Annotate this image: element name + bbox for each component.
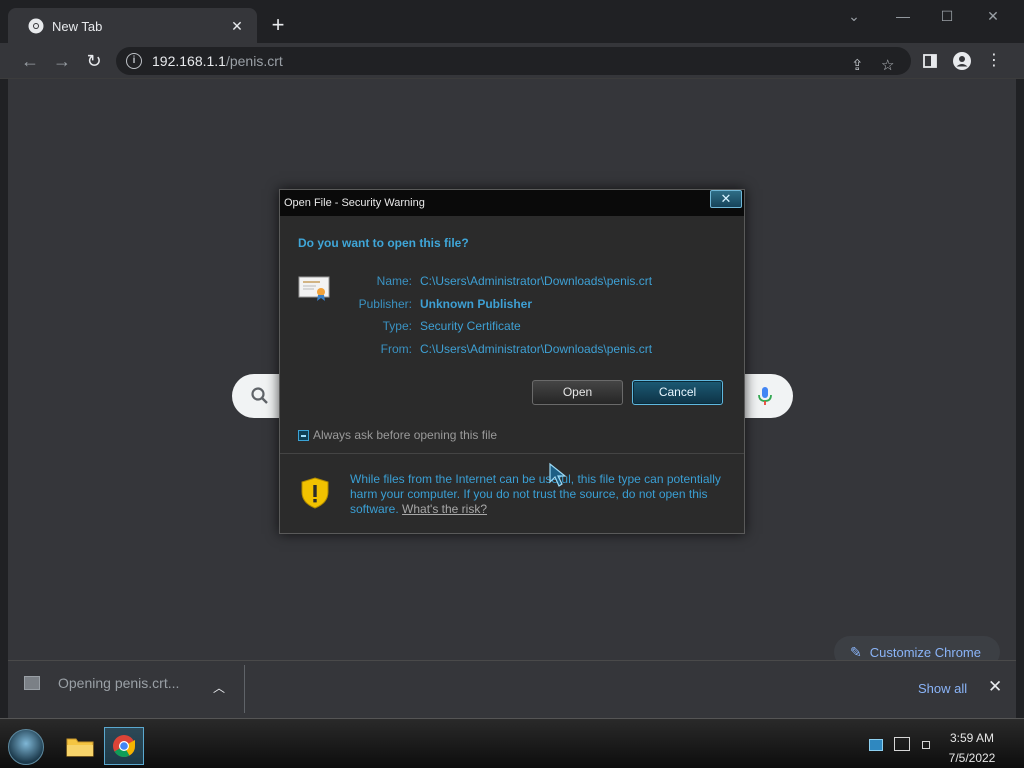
tab-close-icon[interactable]: ✕ — [227, 18, 247, 35]
chrome-favicon-icon — [28, 18, 44, 34]
dialog-question: Do you want to open this file? — [298, 236, 469, 250]
chrome-taskbar-icon[interactable] — [104, 727, 144, 765]
field-name-key: Name: — [376, 274, 412, 288]
download-divider — [244, 665, 245, 713]
field-publisher-key: Publisher: — [358, 297, 412, 311]
download-item[interactable]: Opening penis.crt... — [24, 675, 179, 691]
field-type: Type: Security Certificate — [340, 319, 521, 333]
warning-message: While files from the Internet can be use… — [350, 472, 730, 517]
site-info-icon[interactable]: i — [126, 53, 142, 69]
taskbar: 3:59 AM 7/5/2022 — [0, 718, 1024, 768]
field-from-value: C:\Users\Administrator\Downloads\penis.c… — [420, 342, 653, 356]
chevron-up-icon[interactable]: ︿ — [213, 679, 225, 696]
bookmark-star-icon[interactable]: ☆ — [881, 56, 894, 74]
tab-strip: New Tab ✕ + ⌄ — ☐ ✕ — [0, 0, 1024, 44]
pencil-icon: ✎ — [850, 643, 862, 660]
desktop-screen: New Tab ✕ + ⌄ — ☐ ✕ ← → ↻ i 192.168.1.1 … — [0, 0, 1024, 768]
clock-time: 3:59 AM — [949, 731, 995, 745]
minimize-icon[interactable]: — — [880, 4, 926, 28]
certificate-file-icon — [24, 676, 40, 690]
tab-title: New Tab — [52, 18, 103, 34]
security-warning-dialog: Open File - Security Warning ✕ Do you wa… — [279, 189, 745, 534]
back-arrow-icon[interactable]: ← — [16, 47, 44, 75]
download-shelf: Opening penis.crt... ︿ Show all ✕ — [8, 660, 1016, 718]
field-from-key: From: — [380, 342, 412, 356]
field-from: From: C:\Users\Administrator\Downloads\pe… — [340, 342, 652, 356]
share-icon[interactable]: ⇪ — [851, 56, 864, 74]
always-ask-label[interactable]: Always ask before opening this file — [313, 428, 497, 442]
maximize-icon[interactable]: ☐ — [924, 4, 970, 28]
customize-label: Customize Chrome — [869, 644, 981, 660]
url-host: 192.168.1.1 — [152, 53, 226, 69]
clock-date: 7/5/2022 — [948, 751, 996, 765]
action-center-icon[interactable] — [922, 741, 930, 749]
whats-the-risk-link[interactable]: What's the risk? — [402, 502, 487, 516]
profile-avatar-icon[interactable] — [948, 47, 976, 75]
open-button[interactable]: Open — [532, 380, 623, 405]
tray-app-icon[interactable] — [869, 739, 883, 751]
field-publisher-value[interactable]: Unknown Publisher — [420, 297, 532, 311]
mouse-cursor-icon — [549, 462, 567, 487]
download-status-label: Opening penis.crt... — [58, 675, 180, 691]
address-bar[interactable]: i 192.168.1.1 /penis.crt ⇪ ☆ — [116, 47, 911, 75]
dialog-divider — [280, 453, 744, 454]
field-name-value: C:\Users\Administrator\Downloads\penis.c… — [420, 274, 653, 288]
network-icon[interactable] — [894, 737, 910, 751]
clock[interactable]: 3:59 AM 7/5/2022 — [940, 728, 1004, 768]
voice-search-mic-icon[interactable] — [755, 385, 775, 407]
dialog-close-button[interactable]: ✕ — [710, 190, 742, 208]
reload-icon[interactable]: ↻ — [80, 47, 108, 75]
field-type-value: Security Certificate — [420, 319, 521, 333]
warning-shield-icon — [301, 477, 329, 509]
dialog-title: Open File - Security Warning — [280, 190, 744, 216]
search-icon — [251, 387, 268, 404]
side-panel-icon[interactable] — [916, 47, 944, 75]
start-orb-icon[interactable] — [8, 729, 44, 765]
file-explorer-icon[interactable] — [60, 727, 100, 765]
field-type-key: Type: — [382, 319, 412, 333]
cancel-button[interactable]: Cancel — [632, 380, 723, 405]
url-path: /penis.crt — [225, 53, 283, 69]
field-name: Name: C:\Users\Administrator\Downloads\pe… — [340, 274, 652, 288]
browser-toolbar: ← → ↻ i 192.168.1.1 /penis.crt ⇪ ☆ ⋮ — [0, 43, 1024, 79]
certificate-icon — [298, 276, 330, 301]
tab-new-tab[interactable]: New Tab ✕ — [8, 8, 257, 44]
field-publisher: Publisher: Unknown Publisher — [340, 297, 532, 311]
forward-arrow-icon[interactable]: → — [48, 47, 76, 75]
new-tab-button[interactable]: + — [266, 12, 290, 38]
kebab-menu-icon[interactable]: ⋮ — [980, 47, 1008, 75]
close-download-shelf-icon[interactable]: ✕ — [988, 677, 1002, 697]
window-close-icon[interactable]: ✕ — [970, 4, 1016, 28]
always-ask-checkbox-row[interactable]: Always ask before opening this file — [298, 428, 497, 442]
tab-search-chevron-icon[interactable]: ⌄ — [831, 4, 877, 28]
show-all-link[interactable]: Show all — [918, 681, 967, 696]
always-ask-checkbox[interactable] — [298, 429, 309, 441]
